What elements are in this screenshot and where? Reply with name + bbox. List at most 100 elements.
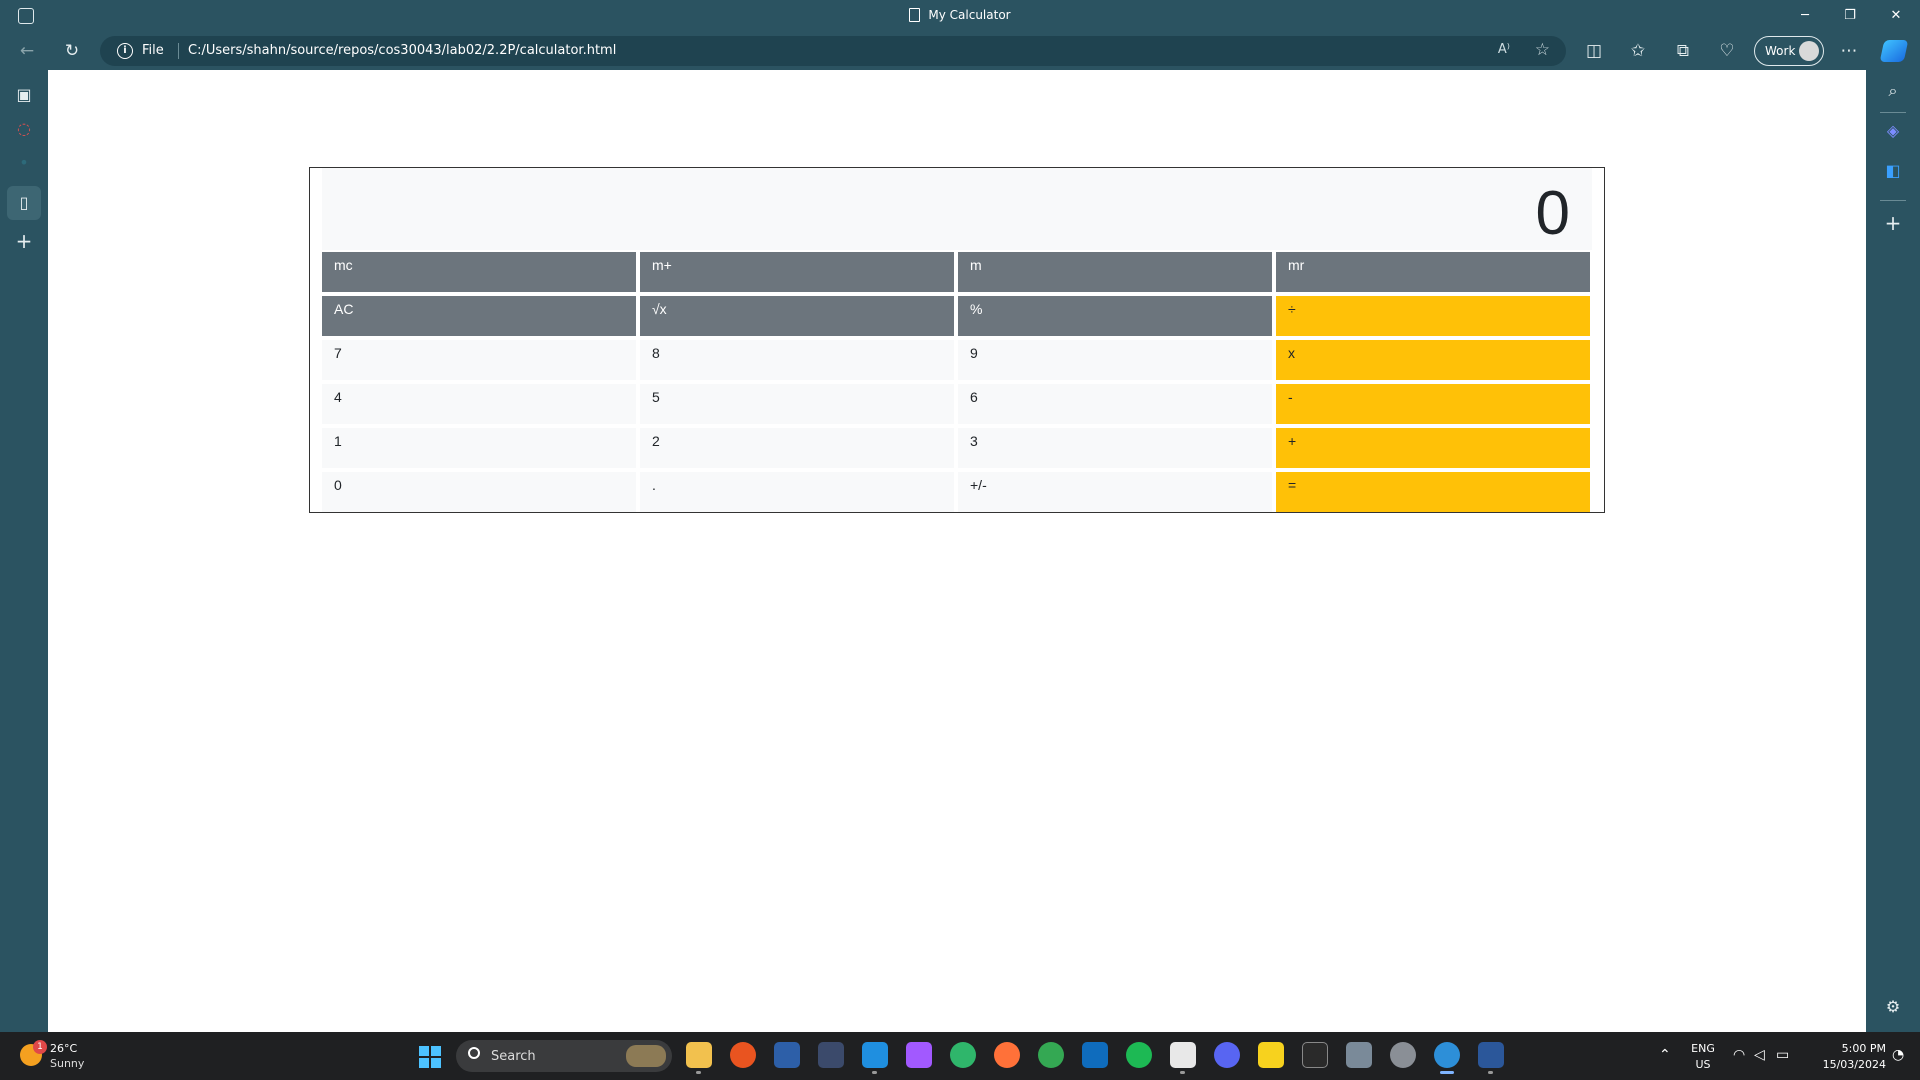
region-label[interactable]: US: [1690, 1058, 1716, 1071]
copilot-icon[interactable]: [1879, 40, 1909, 62]
calc-key[interactable]: .: [640, 472, 954, 512]
calc-key[interactable]: 7: [322, 340, 636, 380]
back-button[interactable]: ←: [14, 39, 40, 63]
weather-badge: 1: [33, 1040, 47, 1054]
document-icon: [909, 8, 921, 22]
restore-button[interactable]: ❐: [1838, 6, 1862, 26]
address-separator: [178, 43, 179, 59]
calc-key[interactable]: 5: [640, 384, 954, 424]
url-text[interactable]: C:/Users/shahn/source/repos/cos30043/lab…: [188, 43, 616, 58]
battery-icon[interactable]: ▭: [1776, 1047, 1789, 1063]
firefox-icon[interactable]: [994, 1042, 1020, 1068]
browser-essentials-icon[interactable]: ♡: [1714, 39, 1740, 63]
ubuntu-icon[interactable]: [730, 1042, 756, 1068]
calc-key[interactable]: 0: [322, 472, 636, 512]
calc-key[interactable]: √x: [640, 296, 954, 336]
avatar: [1799, 41, 1819, 61]
more-menu-icon[interactable]: ⋯: [1836, 39, 1862, 63]
minimize-button[interactable]: ─: [1793, 6, 1817, 26]
new-tab-icon[interactable]: +: [13, 230, 35, 252]
slack-icon[interactable]: [1170, 1042, 1196, 1074]
calc-key[interactable]: 8: [640, 340, 954, 380]
calc-key[interactable]: m+: [640, 252, 954, 292]
split-screen-icon[interactable]: ◫: [1581, 39, 1607, 63]
calc-key[interactable]: 2: [640, 428, 954, 468]
vscode-icon[interactable]: [862, 1042, 888, 1074]
calc-key[interactable]: +/-: [958, 472, 1272, 512]
volume-icon[interactable]: ◁: [1754, 1047, 1765, 1063]
scheme-label: File: [142, 43, 164, 58]
tab-favicon-icon[interactable]: ◌: [13, 118, 35, 140]
calc-key[interactable]: 3: [958, 428, 1272, 468]
search-label: Search: [491, 1049, 536, 1064]
calc-key[interactable]: ÷: [1276, 296, 1590, 336]
weather-desc[interactable]: Sunny: [50, 1057, 84, 1070]
calc-key[interactable]: +: [1276, 428, 1590, 468]
weather-temp[interactable]: 26°C: [50, 1042, 77, 1055]
edge-sidebar: ⌕ ◈ ◧ + ⚙: [1866, 70, 1920, 1032]
language-label[interactable]: ENG: [1690, 1042, 1716, 1055]
chrome-icon[interactable]: [1038, 1042, 1064, 1068]
discord-icon[interactable]: [1214, 1042, 1240, 1068]
browser-toolbar: ← ↻ i File C:/Users/shahn/source/repos/c…: [0, 32, 1920, 70]
edge-beta-icon[interactable]: [950, 1042, 976, 1068]
calc-key[interactable]: x: [1276, 340, 1590, 380]
powershell-icon[interactable]: [774, 1042, 800, 1068]
tab-panel-icon[interactable]: ▣: [13, 84, 35, 106]
refresh-button[interactable]: ↻: [59, 39, 85, 63]
window-title-text: My Calculator: [928, 8, 1011, 22]
word-icon[interactable]: [1478, 1042, 1504, 1074]
calc-key[interactable]: 4: [322, 384, 636, 424]
taskbar: 1 26°C Sunny Search ⌃ ENG US ◠ ◁ ▭ 5:00 …: [0, 1032, 1920, 1080]
spotify-icon[interactable]: [1126, 1042, 1152, 1068]
info-icon[interactable]: i: [117, 43, 133, 59]
gear-icon[interactable]: ⚙: [1882, 996, 1904, 1018]
page-viewport: 0 mc m+ m mr AC √x% ÷ 7 8 9 x 4 5 6-1 2 3 +0. +/- =: [48, 70, 1866, 1032]
outlook-icon[interactable]: ◧: [1882, 160, 1904, 182]
profile-button[interactable]: Work: [1754, 36, 1824, 66]
profile-label: Work: [1765, 44, 1796, 58]
calc-key[interactable]: 1: [322, 428, 636, 468]
collections-icon[interactable]: ⧉: [1670, 39, 1696, 63]
calc-key[interactable]: m: [958, 252, 1272, 292]
calc-key[interactable]: 6: [958, 384, 1272, 424]
sticky-notes-icon[interactable]: [1258, 1042, 1284, 1068]
calc-key[interactable]: AC: [322, 296, 636, 336]
notification-bell-icon[interactable]: ◔: [1892, 1047, 1904, 1063]
file-explorer-icon[interactable]: [686, 1042, 712, 1074]
read-aloud-icon[interactable]: A⁾: [1498, 42, 1510, 57]
close-button[interactable]: ✕: [1884, 6, 1908, 26]
edge-icon[interactable]: [1434, 1042, 1460, 1074]
chevron-up-icon[interactable]: ⌃: [1659, 1047, 1671, 1063]
keypad-row: mc m+ m mr: [322, 252, 1592, 296]
start-button[interactable]: [419, 1046, 441, 1068]
settings-gear-icon[interactable]: [1390, 1042, 1416, 1068]
calc-key[interactable]: -: [1276, 384, 1590, 424]
search-highlight-art: [626, 1045, 666, 1067]
wifi-icon[interactable]: ◠: [1733, 1047, 1745, 1063]
favorites-icon[interactable]: ✩: [1625, 39, 1651, 63]
search-icon[interactable]: ⌕: [1882, 80, 1904, 102]
calc-key[interactable]: mr: [1276, 252, 1590, 292]
figma-icon[interactable]: [906, 1042, 932, 1068]
calc-key[interactable]: 9: [958, 340, 1272, 380]
address-bar[interactable]: i File C:/Users/shahn/source/repos/cos30…: [100, 36, 1566, 66]
news-app-icon[interactable]: [1346, 1042, 1372, 1068]
display-value: 0: [1535, 179, 1570, 248]
clock-time[interactable]: 5:00 PM: [1810, 1042, 1886, 1055]
calculator: 0 mc m+ m mr AC √x% ÷ 7 8 9 x 4 5 6-1 2 3 +0. +/- =: [309, 167, 1605, 513]
calc-key[interactable]: %: [958, 296, 1272, 336]
add-sidebar-app-icon[interactable]: +: [1882, 212, 1904, 234]
tab-favicon-faded-icon[interactable]: •: [13, 152, 35, 174]
favorite-star-icon[interactable]: ☆: [1535, 40, 1550, 60]
copilot-sidebar-icon[interactable]: ◈: [1882, 120, 1904, 142]
clock-date[interactable]: 15/03/2024: [1810, 1058, 1886, 1071]
epic-games-icon[interactable]: [1302, 1042, 1328, 1068]
active-tab-document-icon[interactable]: ▯: [13, 192, 35, 214]
taskbar-search[interactable]: Search: [456, 1040, 672, 1072]
visual-studio-icon[interactable]: [818, 1042, 844, 1068]
calc-key[interactable]: =: [1276, 472, 1590, 512]
calculator-keypad: mc m+ m mr AC √x% ÷ 7 8 9 x 4 5 6-1 2 3 +0. +/- =: [322, 252, 1592, 516]
outlook-icon[interactable]: [1082, 1042, 1108, 1068]
calc-key[interactable]: mc: [322, 252, 636, 292]
